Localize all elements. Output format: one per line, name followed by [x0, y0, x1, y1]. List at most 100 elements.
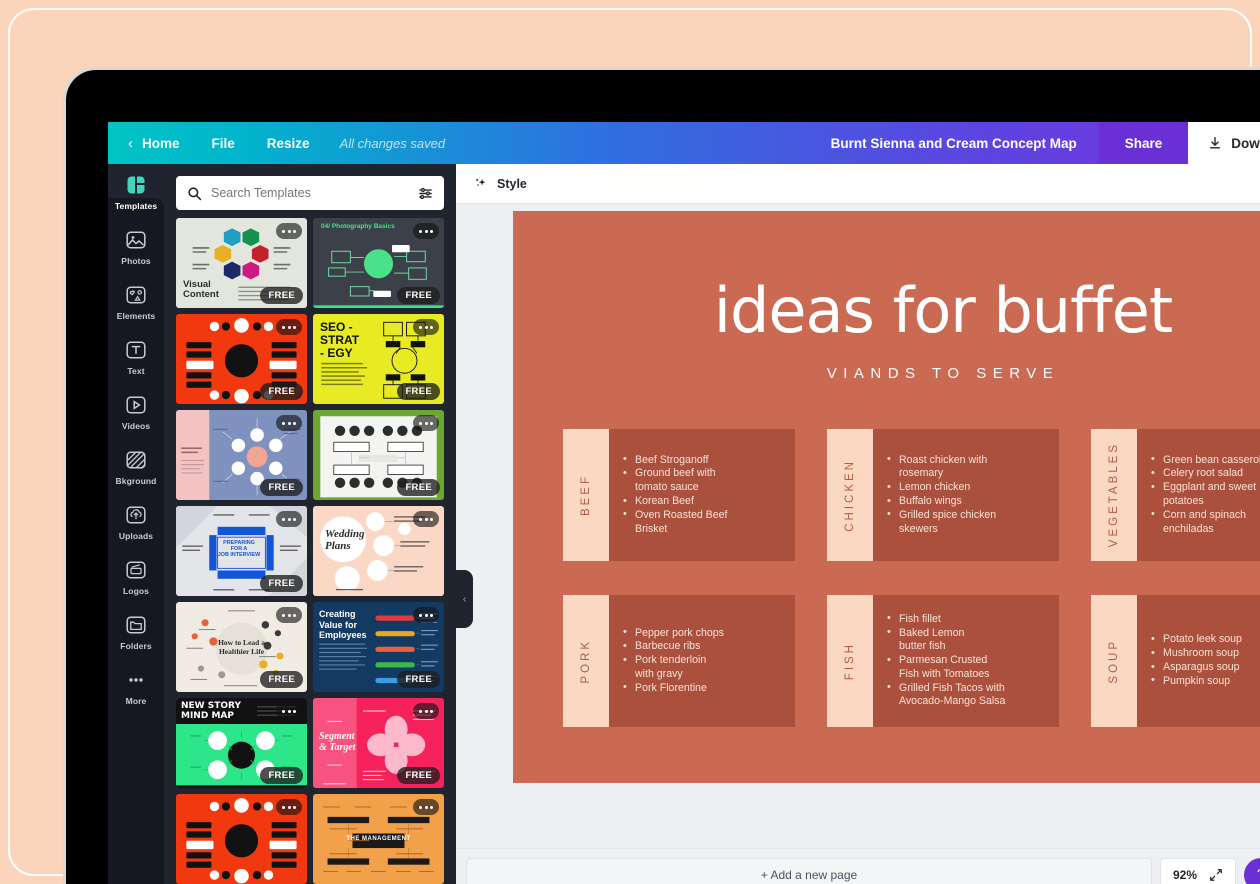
search-box[interactable]	[176, 176, 444, 210]
home-button[interactable]: ‹ Home	[108, 122, 196, 164]
zoom-value[interactable]: 92%	[1173, 868, 1197, 882]
template-options-button[interactable]	[276, 511, 302, 527]
artboard-card[interactable]: VEGETABLES Green bean casserole Celery r…	[1091, 429, 1260, 561]
list-item: Mushroom soup	[1151, 647, 1242, 660]
card-list: Pepper pork chops Barbecue ribs Pork ten…	[623, 627, 724, 696]
artboard-card[interactable]: FISH Fish fillet Baked Lemon butter fish…	[827, 595, 1059, 727]
sidebar-label-templates: Templates	[115, 201, 157, 211]
sidebar-item-uploads[interactable]: Uploads	[108, 494, 164, 549]
panel-collapse-button[interactable]: ‹	[456, 570, 473, 628]
list-item: Fish fillet	[887, 613, 1005, 626]
template-card[interactable]: FREE	[313, 410, 444, 500]
list-item: Grilled spice chicken	[887, 509, 996, 522]
sidebar-item-photos[interactable]: Photos	[108, 219, 164, 274]
template-options-button[interactable]	[276, 319, 302, 335]
template-options-button[interactable]	[276, 799, 302, 815]
card-body: Fish fillet Baked Lemon butter fish Parm…	[873, 595, 1059, 727]
add-new-page-button[interactable]: + Add a new page	[466, 858, 1152, 884]
sidebar-item-elements[interactable]: Elements	[108, 274, 164, 329]
list-item-continuation: Brisket	[623, 523, 727, 536]
artboard-card[interactable]: PORK Pepper pork chops Barbecue ribs Por…	[563, 595, 795, 727]
template-options-button[interactable]	[276, 223, 302, 239]
share-button[interactable]: Share	[1099, 122, 1189, 164]
template-options-button[interactable]	[413, 223, 439, 239]
template-free-badge: FREE	[397, 287, 440, 304]
artboard-card[interactable]: SOUP Potato leek soup Mushroom soup Aspa…	[1091, 595, 1260, 727]
templates-grid: Visual Content FREE 04/ Photography Basi…	[164, 218, 456, 884]
template-free-badge: FREE	[260, 479, 303, 496]
template-card[interactable]: FREE	[176, 314, 307, 404]
list-item: Korean Beef	[623, 495, 727, 508]
template-options-button[interactable]	[413, 415, 439, 431]
tab-style[interactable]: Style	[497, 177, 527, 191]
template-free-badge: FREE	[260, 767, 303, 784]
editor-area: Style ideas for buffet VIANDS TO SERVE	[456, 164, 1260, 884]
folder-icon	[124, 613, 148, 637]
card-tab: FISH	[827, 595, 873, 727]
template-card[interactable]: How to Lead a Healthier Life FREE	[176, 602, 307, 692]
document-title[interactable]: Burnt Sienna and Cream Concept Map	[831, 136, 1099, 151]
sidebar-item-folders[interactable]: Folders	[108, 604, 164, 659]
upload-icon	[124, 503, 148, 527]
template-options-button[interactable]	[276, 703, 302, 719]
card-body: Beef Stroganoff Ground beef with tomato …	[609, 429, 795, 561]
artboard[interactable]: ideas for buffet VIANDS TO SERVE BEEF Be…	[513, 211, 1260, 783]
template-thumb-title: Wedding Plans	[325, 528, 365, 552]
list-item: Pork tenderloin	[623, 654, 724, 667]
help-button[interactable]: ?	[1244, 858, 1260, 884]
template-card[interactable]: Visual Content FREE	[176, 218, 307, 308]
sidebar-item-text[interactable]: Text	[108, 329, 164, 384]
template-thumb-title: How to Lead a Healthier Life	[176, 638, 307, 656]
filter-settings-icon[interactable]	[418, 186, 433, 201]
template-card[interactable]: 04/ Photography Basics FREE	[313, 218, 444, 308]
list-item: Eggplant and sweet	[1151, 481, 1260, 494]
card-label: FISH	[844, 642, 856, 680]
download-icon	[1208, 136, 1222, 150]
sidebar-item-more[interactable]: More	[108, 659, 164, 714]
template-card[interactable]	[176, 794, 307, 884]
expand-icon[interactable]	[1209, 868, 1223, 882]
template-options-button[interactable]	[413, 703, 439, 719]
list-item: Corn and spinach	[1151, 509, 1260, 522]
card-label: BEEF	[580, 474, 592, 516]
list-item: Pepper pork chops	[623, 627, 724, 640]
artboard-card[interactable]: CHICKEN Roast chicken with rosemary Lemo…	[827, 429, 1059, 561]
template-options-button[interactable]	[413, 319, 439, 335]
artboard-card[interactable]: BEEF Beef Stroganoff Ground beef with to…	[563, 429, 795, 561]
laptop-screen: ‹ Home File Resize All changes saved Bur…	[108, 122, 1260, 884]
template-thumb-title: NEW STORY MIND MAP	[181, 701, 241, 721]
template-card[interactable]: THE MANAGEMENT	[313, 794, 444, 884]
template-options-button[interactable]	[413, 511, 439, 527]
list-item-continuation: with gravy	[623, 668, 724, 681]
list-item: Beef Stroganoff	[623, 454, 727, 467]
template-card[interactable]: SEO - STRAT - EGY FREE	[313, 314, 444, 404]
card-body: Roast chicken with rosemary Lemon chicke…	[873, 429, 1059, 561]
template-card[interactable]: Segment & Target FREE	[313, 698, 444, 788]
sidebar-item-templates[interactable]: Templates	[108, 164, 164, 219]
search-input[interactable]	[211, 186, 409, 200]
card-list: Potato leek soup Mushroom soup Asparagus…	[1151, 633, 1242, 688]
template-options-button[interactable]	[413, 799, 439, 815]
sidebar-item-logos[interactable]: Logos	[108, 549, 164, 604]
style-toolbar: Style	[456, 164, 1260, 204]
list-item-continuation: enchiladas	[1151, 523, 1260, 536]
sidebar-item-background[interactable]: Bkground	[108, 439, 164, 494]
list-item-continuation: skewers	[887, 523, 996, 536]
resize-button[interactable]: Resize	[251, 122, 326, 164]
sidebar-label-photos: Photos	[121, 256, 150, 266]
file-menu[interactable]: File	[196, 122, 251, 164]
card-label: VEGETABLES	[1108, 442, 1120, 547]
template-card[interactable]: NEW STORY MIND MAP FREE	[176, 698, 307, 788]
download-button[interactable]: Down	[1188, 122, 1260, 164]
template-options-button[interactable]	[413, 607, 439, 623]
sidebar-item-videos[interactable]: Videos	[108, 384, 164, 439]
template-card[interactable]: PREPARING FOR A JOB INTERVIEW FREE	[176, 506, 307, 596]
template-options-button[interactable]	[276, 607, 302, 623]
template-free-badge: FREE	[397, 383, 440, 400]
card-list: Green bean casserole Celery root salad E…	[1151, 454, 1260, 537]
top-bar-left-group: ‹ Home File Resize All changes saved	[108, 122, 459, 164]
template-card[interactable]: FREE	[176, 410, 307, 500]
template-options-button[interactable]	[276, 415, 302, 431]
template-card[interactable]: Creating Value for Employees FREE	[313, 602, 444, 692]
template-card[interactable]: Wedding Plans	[313, 506, 444, 596]
